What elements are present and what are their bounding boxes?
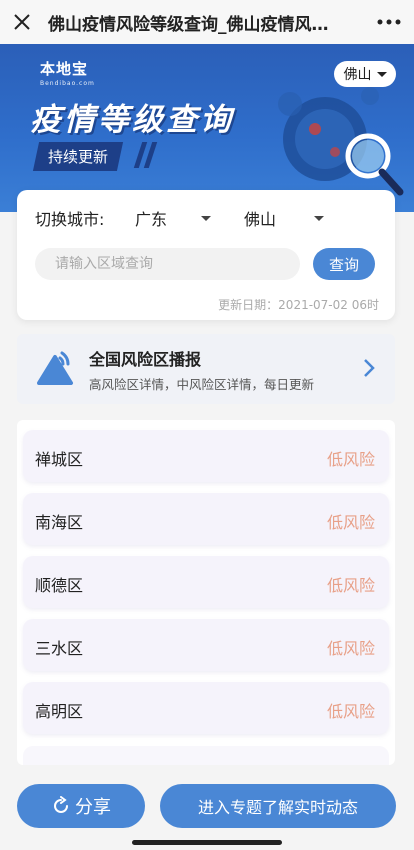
virus-magnifier-icon [278, 87, 404, 196]
more-icon[interactable] [364, 0, 414, 44]
list-item[interactable]: 顺德区 低风险 [23, 556, 389, 608]
enter-topic-button[interactable]: 进入专题了解实时动态 [160, 784, 396, 828]
risk-level: 低风险 [326, 576, 375, 595]
page-title: 佛山疫情风险等级查询_佛山疫情风… [48, 14, 329, 35]
refresh-icon [54, 796, 68, 813]
close-icon[interactable] [0, 0, 44, 44]
risk-level: 低风险 [326, 450, 375, 469]
query-card: 切换城市: 广东 佛山 查询 更新日期：2021-07-02 06时 [17, 190, 395, 320]
notice-subtitle: 高风险区详情，中风险区详情，每日更新 [89, 377, 315, 392]
national-risk-notice[interactable]: 全国风险区播报 高风险区详情，中风险区详情，每日更新 [17, 334, 395, 404]
update-date: 更新日期：2021-07-02 06时 [218, 298, 379, 312]
brand-logo: 本地宝 Bendibao.com [40, 60, 95, 87]
decorative-stripes [133, 142, 158, 168]
list-item[interactable]: 禅城区 低风险 [23, 430, 389, 482]
city-select[interactable]: 佛山 [244, 206, 325, 230]
banner-headline: 疫情等级查询 [30, 102, 234, 138]
notice-title: 全国风险区播报 [89, 350, 202, 369]
district-name: 南海区 [35, 513, 84, 532]
risk-level: 低风险 [326, 702, 375, 721]
district-name: 三水区 [35, 639, 84, 658]
district-name: 高明区 [35, 702, 84, 721]
district-name: 顺德区 [35, 576, 84, 595]
list-item[interactable]: 南海区 低风险 [23, 493, 389, 545]
district-list: 禅城区 低风险 南海区 低风险 顺德区 低风险 三水区 低风险 高明区 低风险 [17, 420, 395, 765]
list-item-partial [23, 746, 389, 765]
home-indicator [132, 840, 282, 845]
switch-city-label: 切换城市: [35, 210, 105, 229]
banner: 本地宝 Bendibao.com 疫情等级查询 持续更新 佛山 [0, 44, 414, 212]
share-button[interactable]: 分享 [17, 784, 145, 828]
search-input[interactable] [35, 248, 300, 280]
nav-bar: 佛山疫情风险等级查询_佛山疫情风… [0, 0, 414, 44]
city-selector[interactable]: 佛山 [334, 61, 396, 87]
chevron-right-icon [364, 359, 375, 377]
banner-tagline: 持续更新 [32, 142, 124, 171]
broadcast-icon [37, 351, 73, 385]
risk-level: 低风险 [326, 639, 375, 658]
risk-level: 低风险 [326, 513, 375, 532]
province-select[interactable]: 广东 [135, 206, 212, 230]
list-item[interactable]: 高明区 低风险 [23, 682, 389, 734]
search-button[interactable]: 查询 [313, 248, 375, 280]
district-name: 禅城区 [35, 450, 84, 469]
list-item[interactable]: 三水区 低风险 [23, 619, 389, 671]
